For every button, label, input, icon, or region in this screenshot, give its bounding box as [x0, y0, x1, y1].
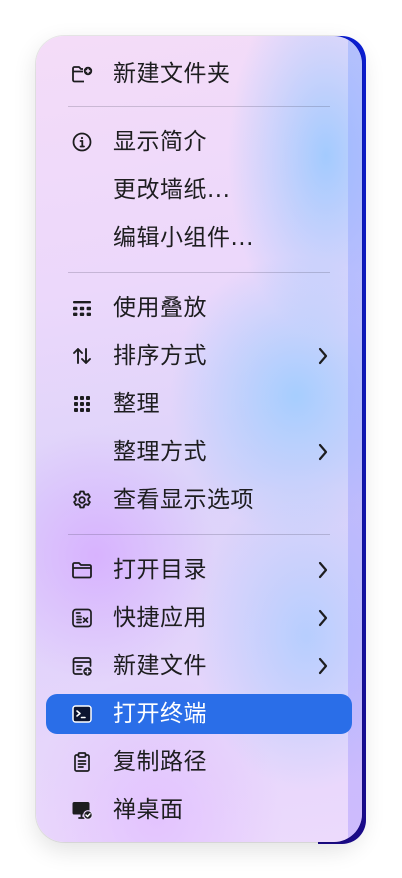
menu-separator: [68, 272, 330, 273]
menu-item-change-wallpaper[interactable]: 更改墙纸...: [46, 170, 352, 210]
menu-item-sort-by[interactable]: 排序方式: [46, 336, 352, 376]
menu-item-label: 新建文件夹: [113, 61, 231, 87]
menu-item-label: 整理: [113, 391, 160, 417]
menu-item-new-folder[interactable]: 新建文件夹: [46, 54, 352, 94]
terminal-icon: [70, 702, 94, 726]
menu-separator: [68, 534, 330, 535]
menu-item-zen-desktop[interactable]: 禅桌面: [46, 790, 352, 830]
chevron-right-icon: [316, 443, 330, 461]
menu-item-show-view-options[interactable]: 查看显示选项: [46, 480, 352, 520]
menu-item-label: 显示简介: [113, 129, 207, 155]
menu-item-label: 禅桌面: [113, 797, 184, 823]
stacks-icon: [70, 296, 94, 320]
menu-item-use-stacks[interactable]: 使用叠放: [46, 288, 352, 328]
menu-item-label: 使用叠放: [113, 295, 207, 321]
menu-item-label: 编辑小组件...: [113, 225, 254, 251]
menu-item-label: 快捷应用: [113, 605, 207, 631]
menu-item-label: 更改墙纸...: [113, 177, 231, 203]
menu-item-copy-path[interactable]: 复制路径: [46, 742, 352, 782]
context-menu: 新建文件夹 显示简介 更改墙纸... 编辑小组件... 使用叠放 排序方式 整理…: [36, 36, 362, 842]
menu-item-label: 新建文件: [113, 653, 207, 679]
menu-separator: [68, 106, 330, 107]
menu-item-label: 打开终端: [113, 701, 207, 727]
chevron-right-icon: [316, 561, 330, 579]
app-shortcut-icon: [70, 606, 94, 630]
grid-icon: [70, 392, 94, 416]
chevron-right-icon: [316, 609, 330, 627]
menu-item-edit-widgets[interactable]: 编辑小组件...: [46, 218, 352, 258]
gear-icon: [70, 488, 94, 512]
new-file-icon: [70, 654, 94, 678]
menu-item-clean-up-by[interactable]: 整理方式: [46, 432, 352, 472]
zen-desktop-icon: [70, 798, 94, 822]
chevron-right-icon: [316, 347, 330, 365]
menu-item-get-info[interactable]: 显示简介: [46, 122, 352, 162]
desktop: 新建文件夹 显示简介 更改墙纸... 编辑小组件... 使用叠放 排序方式 整理…: [0, 0, 402, 878]
menu-item-label: 排序方式: [113, 343, 207, 369]
menu-item-clean-up[interactable]: 整理: [46, 384, 352, 424]
new-folder-icon: [70, 62, 94, 86]
menu-item-quick-apps[interactable]: 快捷应用: [46, 598, 352, 638]
chevron-right-icon: [316, 657, 330, 675]
clipboard-icon: [70, 750, 94, 774]
menu-item-label: 查看显示选项: [113, 487, 254, 513]
sort-arrows-icon: [70, 344, 94, 368]
menu-item-label: 复制路径: [113, 749, 207, 775]
menu-item-open-directory[interactable]: 打开目录: [46, 550, 352, 590]
menu-item-label: 打开目录: [113, 557, 207, 583]
menu-item-open-terminal[interactable]: 打开终端: [46, 694, 352, 734]
folder-icon: [70, 558, 94, 582]
info-icon: [70, 130, 94, 154]
menu-item-label: 整理方式: [113, 439, 207, 465]
menu-item-new-file[interactable]: 新建文件: [46, 646, 352, 686]
